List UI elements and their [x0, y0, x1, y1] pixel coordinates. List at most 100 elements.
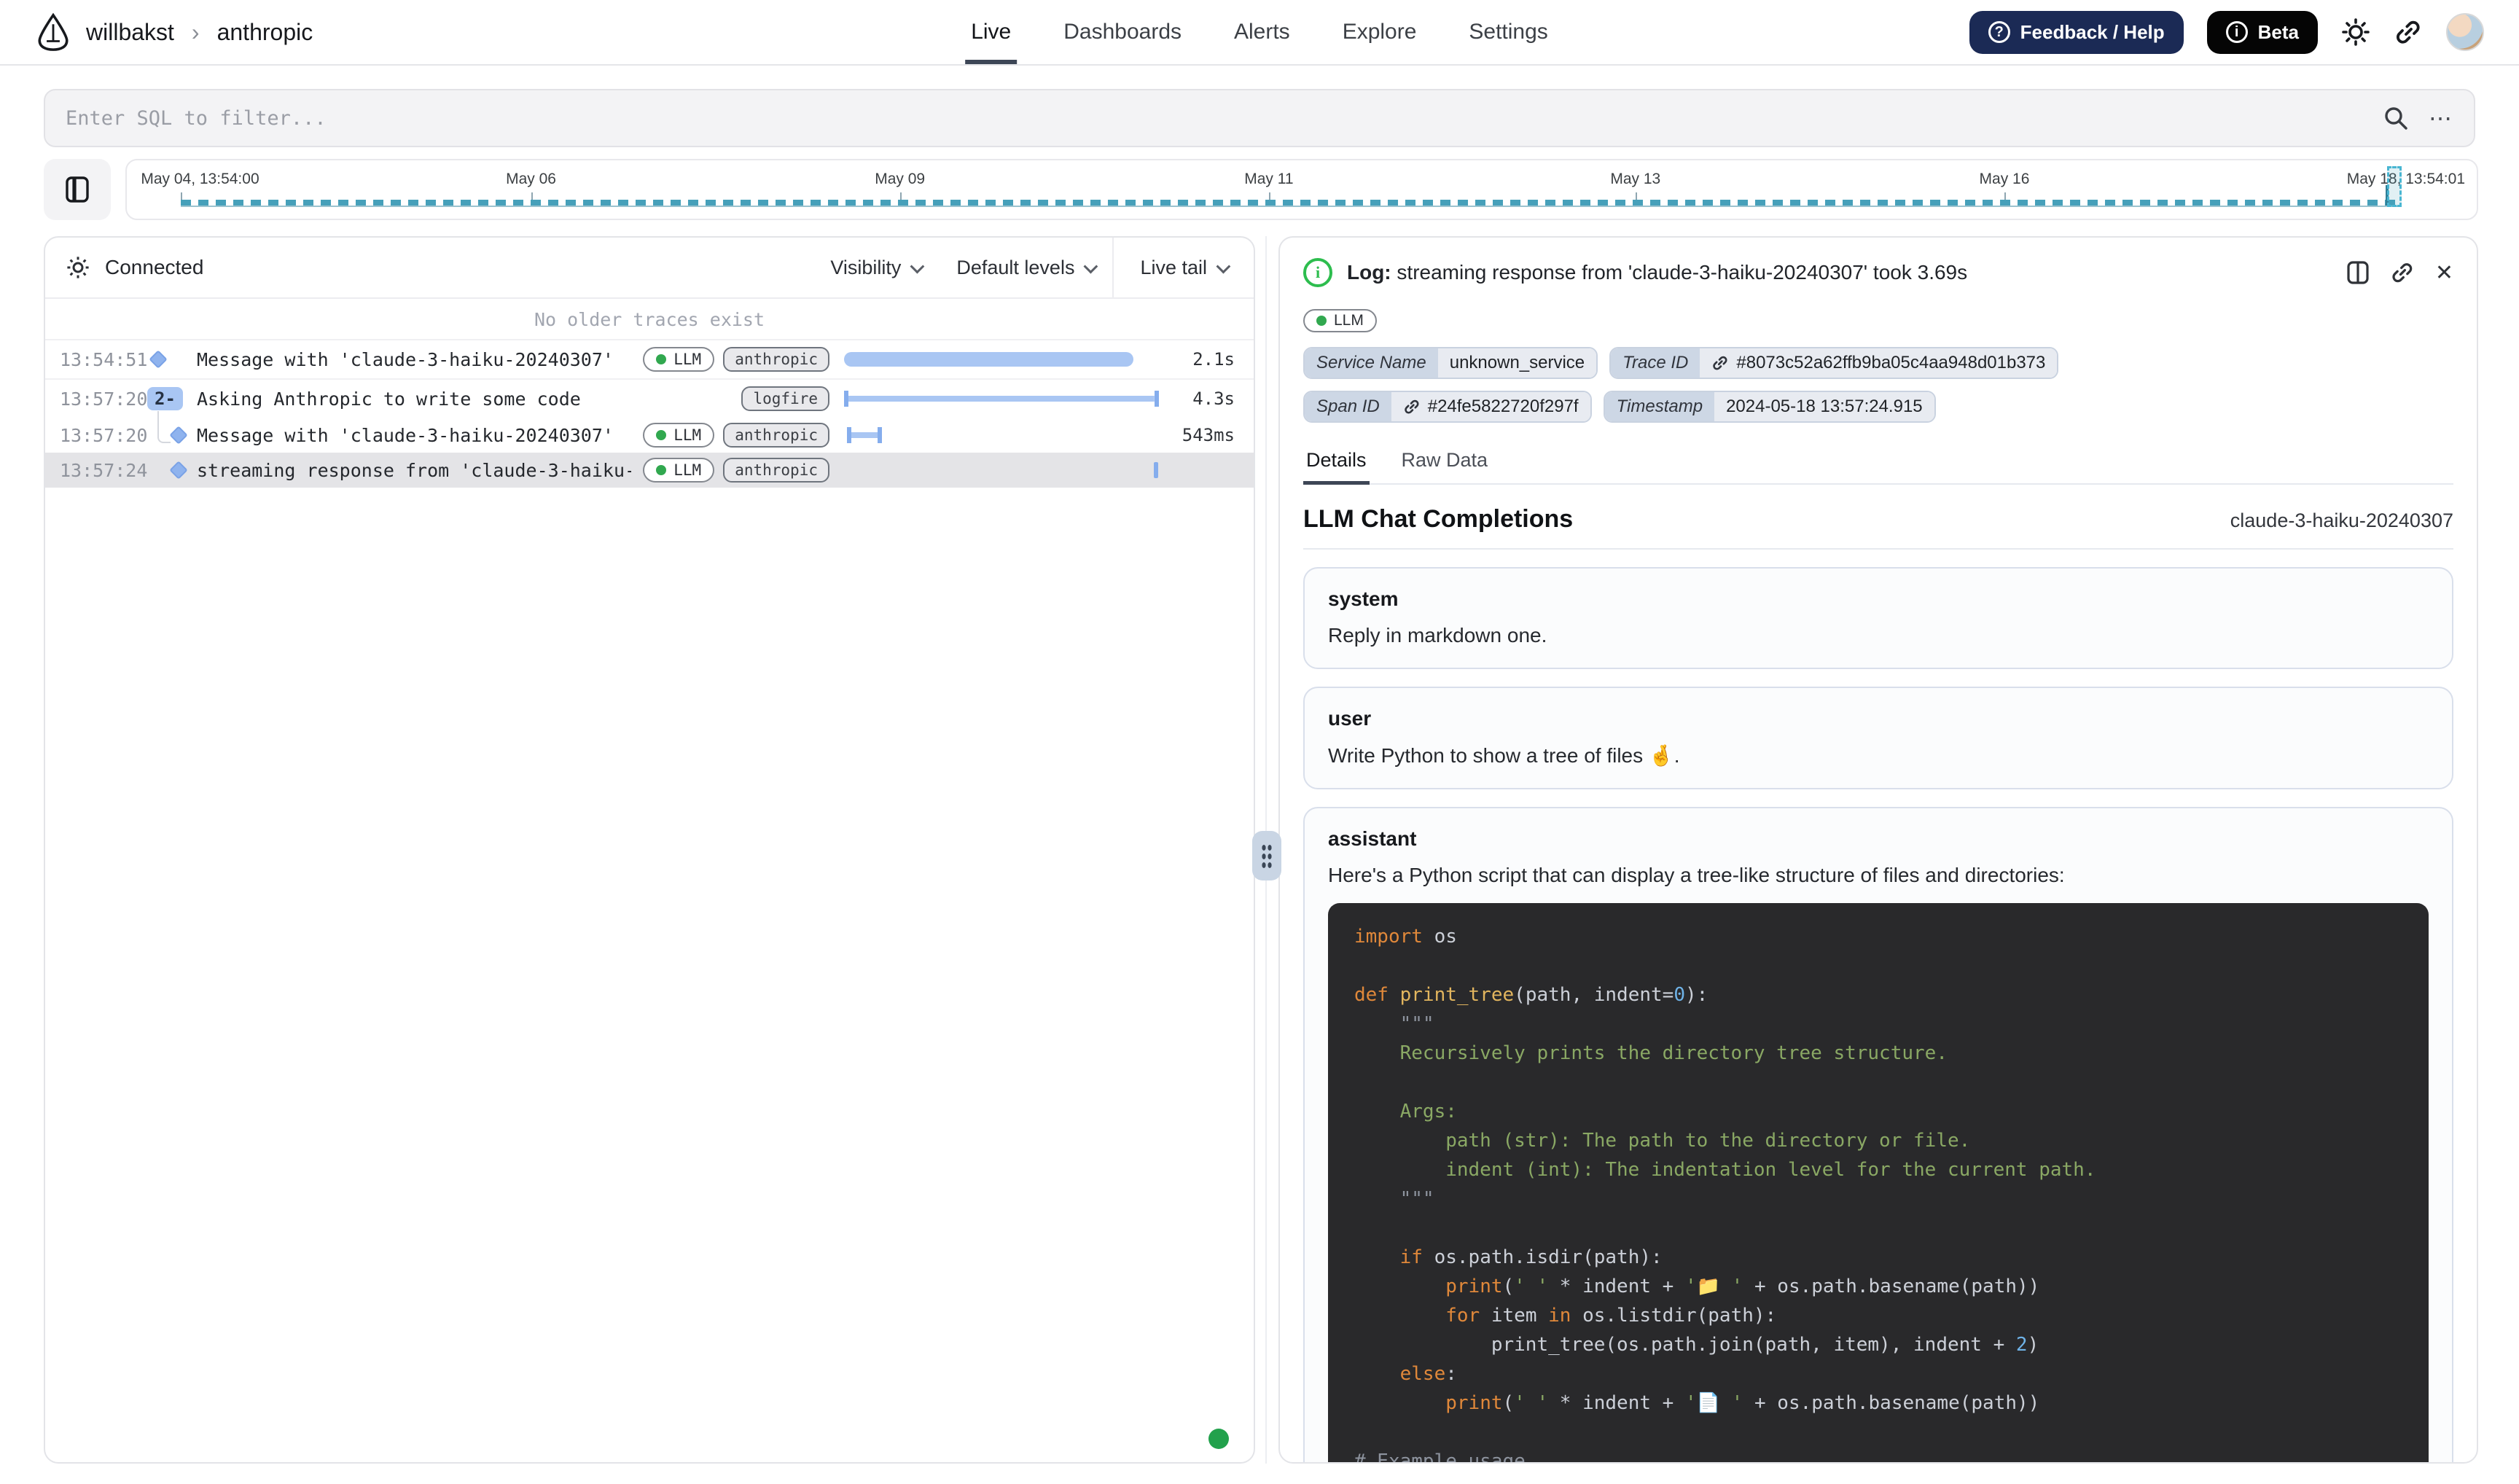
trace-duration: 543ms: [1162, 425, 1235, 445]
tag-badge: anthropic: [723, 423, 829, 448]
trace-time: 13:57:24: [60, 460, 144, 481]
timeline-label: May 11: [1244, 171, 1293, 188]
message-role: user: [1328, 707, 2429, 730]
trace-list-controls: Visibility Default levels Live tail: [813, 238, 1254, 297]
breadcrumb-org[interactable]: willbakst: [86, 19, 174, 46]
time-range-track[interactable]: May 04, 13:54:00 May 06 May 09 May 11 Ma…: [125, 159, 2478, 220]
live-tail-dropdown[interactable]: Live tail: [1112, 238, 1254, 297]
timeline-label: May 04, 13:54:00: [141, 171, 259, 188]
duration-bar: [847, 427, 882, 443]
search-icon[interactable]: [2383, 106, 2408, 130]
default-levels-label: Default levels: [956, 257, 1074, 279]
live-indicator-dot: [1208, 1429, 1229, 1449]
green-dot-icon: [656, 465, 666, 475]
tab-raw-data[interactable]: Raw Data: [1399, 440, 1491, 483]
trace-list-toolbar: Connected Visibility Default levels Live…: [45, 238, 1254, 299]
breadcrumb-project[interactable]: anthropic: [217, 19, 313, 46]
app-header: willbakst › anthropic Live Dashboards Al…: [0, 0, 2519, 66]
green-dot-icon: [656, 430, 666, 440]
timeline-selection-band[interactable]: [2387, 166, 2402, 207]
sql-filter-bar: ⋯: [44, 89, 2475, 147]
trace-gutter: 2-: [144, 387, 197, 410]
feedback-help-label: Feedback / Help: [2020, 21, 2165, 44]
attr-label: Trace ID: [1611, 348, 1700, 378]
close-icon[interactable]: ✕: [2435, 260, 2453, 286]
link-chain-icon: [1711, 354, 1729, 372]
tab-alerts[interactable]: Alerts: [1234, 0, 1290, 64]
section-header: LLM Chat Completions claude-3-haiku-2024…: [1303, 485, 2453, 550]
timestamp-pill: Timestamp 2024-05-18 13:57:24.915: [1604, 391, 1936, 423]
timeline-label: May 18, 13:54:01: [2347, 171, 2465, 188]
llm-badge: LLM: [643, 347, 714, 372]
trace-row[interactable]: 13:57:20 Message with 'claude-3-haiku-20…: [45, 418, 1254, 453]
permalink-icon[interactable]: [2390, 260, 2415, 285]
resize-handle[interactable]: [1252, 831, 1281, 880]
tab-live[interactable]: Live: [971, 0, 1011, 64]
visibility-dropdown[interactable]: Visibility: [813, 238, 939, 297]
logfire-logo-icon[interactable]: [35, 12, 71, 52]
info-circle-icon: i: [2226, 21, 2248, 43]
duration-bar-track: [844, 350, 1162, 369]
trace-badges: LLM anthropic: [643, 347, 829, 372]
timeline-row: May 04, 13:54:00 May 06 May 09 May 11 Ma…: [44, 159, 2478, 220]
tab-explore[interactable]: Explore: [1343, 0, 1417, 64]
tree-connector: [157, 411, 171, 443]
tab-settings[interactable]: Settings: [1469, 0, 1547, 64]
duration-bar-track: [844, 461, 1162, 480]
beta-label: Beta: [2258, 21, 2299, 44]
llm-badge: LLM: [643, 458, 714, 483]
attr-value: #24fe5822720f297f: [1391, 392, 1590, 421]
panel-divider: [1255, 236, 1278, 1464]
link-chain-icon: [1403, 398, 1421, 415]
span-diamond-icon: [169, 426, 187, 444]
message-text: Write Python to show a tree of files 🤞.: [1328, 743, 2429, 768]
timeline-label: May 06: [506, 171, 556, 188]
sql-filter-input[interactable]: [66, 107, 2383, 130]
theme-toggle-icon[interactable]: [2341, 17, 2370, 47]
collapse-count-badge[interactable]: 2-: [147, 387, 183, 410]
llm-badge-label: LLM: [1334, 312, 1364, 329]
sidebar-toggle-icon[interactable]: [44, 159, 111, 220]
span-id-pill[interactable]: Span ID #24fe5822720f297f: [1303, 391, 1592, 423]
log-title-text: streaming response from 'claude-3-haiku-…: [1397, 261, 1967, 284]
message-role: assistant: [1328, 827, 2429, 851]
feedback-help-button[interactable]: ? Feedback / Help: [1969, 11, 2184, 54]
detail-header: i Log: streaming response from 'claude-3…: [1303, 238, 2453, 302]
duration-bar: [844, 352, 1133, 367]
trace-title: Asking Anthropic to write some code: [197, 388, 730, 410]
tab-details[interactable]: Details: [1303, 440, 1370, 483]
trace-row[interactable]: 13:54:51 Message with 'claude-3-haiku-20…: [45, 340, 1254, 380]
tab-dashboards[interactable]: Dashboards: [1063, 0, 1182, 64]
more-options-icon[interactable]: ⋯: [2429, 104, 2453, 132]
trace-time: 13:54:51: [60, 349, 144, 370]
share-link-icon[interactable]: [2394, 17, 2423, 47]
timeline-label: May 16: [1980, 171, 2030, 188]
span-diamond-icon: [149, 350, 167, 368]
log-info-icon: i: [1303, 258, 1332, 287]
default-levels-dropdown[interactable]: Default levels: [939, 238, 1112, 297]
no-older-traces-notice: No older traces exist: [45, 299, 1254, 340]
breadcrumb-separator: ›: [189, 19, 203, 46]
message-card-user: user Write Python to show a tree of file…: [1303, 687, 2453, 789]
trace-badges: LLM anthropic: [643, 458, 829, 483]
message-text: Reply in markdown one.: [1328, 624, 2429, 647]
detail-tabs: Details Raw Data: [1303, 440, 2453, 485]
main-nav: Live Dashboards Alerts Explore Settings: [971, 0, 1548, 64]
gear-icon[interactable]: [66, 255, 90, 280]
trace-row[interactable]: 13:57:20 2- Asking Anthropic to write so…: [45, 380, 1254, 418]
connection-status: Connected: [105, 256, 203, 279]
timeline-label: May 13: [1610, 171, 1660, 188]
chevron-down-icon: [910, 259, 925, 274]
avatar[interactable]: [2446, 13, 2484, 51]
tag-badge: logfire: [741, 386, 829, 411]
trace-time: 13:57:20: [60, 388, 144, 410]
timeline-label: May 09: [875, 171, 925, 188]
detail-panel: i Log: streaming response from 'claude-3…: [1278, 236, 2478, 1464]
service-name-pill: Service Name unknown_service: [1303, 347, 1598, 379]
trace-id-pill[interactable]: Trace ID #8073c52a62ffb9ba05c4aa948d01b3…: [1609, 347, 2058, 379]
beta-button[interactable]: i Beta: [2207, 11, 2318, 54]
span-id-value: #24fe5822720f297f: [1428, 397, 1579, 417]
split-view-icon[interactable]: [2346, 260, 2370, 285]
trace-row-selected[interactable]: 13:57:24 streaming response from 'claude…: [45, 453, 1254, 488]
tag-badge: anthropic: [723, 347, 829, 372]
